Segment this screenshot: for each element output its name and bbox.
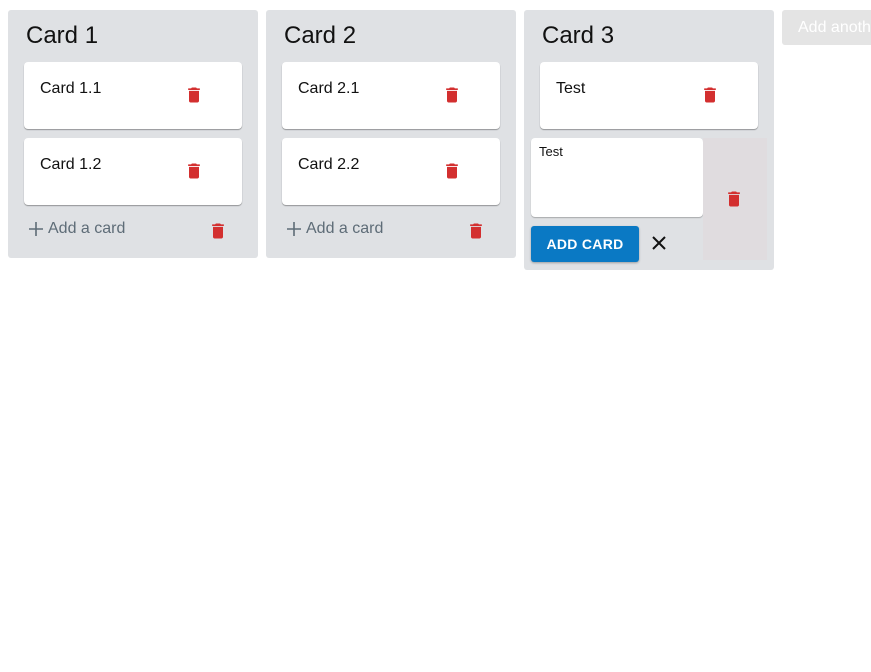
add-list-button[interactable]: Add another list	[782, 10, 871, 45]
card-text: Card 1.1	[40, 80, 102, 97]
new-card-text: Test	[539, 144, 563, 159]
list-3: Card 3 Test Test ADD CARD	[524, 10, 774, 270]
card-3-1[interactable]: Test	[540, 62, 758, 129]
card-1-1[interactable]: Card 1.1	[24, 62, 242, 129]
trash-icon[interactable]	[700, 85, 720, 105]
add-card-button[interactable]: Add a card	[28, 220, 125, 238]
delete-list-icon[interactable]	[208, 221, 228, 241]
add-card-label: Add a card	[306, 220, 384, 237]
plus-icon	[287, 222, 301, 236]
card-text: Test	[556, 80, 586, 97]
card-2-1[interactable]: Card 2.1	[282, 62, 500, 129]
card-1-2[interactable]: Card 1.2	[24, 138, 242, 205]
add-card-submit-button[interactable]: ADD CARD	[531, 226, 639, 262]
trash-icon[interactable]	[442, 161, 462, 181]
trash-icon[interactable]	[184, 161, 204, 181]
new-card-textarea[interactable]: Test	[531, 138, 703, 217]
card-text: Card 2.2	[298, 156, 360, 173]
card-text: Card 1.2	[40, 156, 102, 173]
trash-icon[interactable]	[184, 85, 204, 105]
trash-icon[interactable]	[442, 85, 462, 105]
delete-list-icon[interactable]	[466, 221, 486, 241]
add-card-button[interactable]: Add a card	[286, 220, 383, 238]
composer-side-panel	[703, 138, 767, 260]
plus-icon	[29, 222, 43, 236]
card-2-2[interactable]: Card 2.2	[282, 138, 500, 205]
list-1: Card 1 Card 1.1 Card 1.2 Add a card	[8, 10, 258, 258]
list-title: Card 1	[26, 22, 99, 49]
list-title: Card 3	[542, 22, 615, 49]
add-card-label: Add a card	[48, 220, 126, 237]
list-title: Card 2	[284, 22, 357, 49]
list-2: Card 2 Card 2.1 Card 2.2 Add a card	[266, 10, 516, 258]
close-icon[interactable]	[649, 233, 669, 253]
add-list-label: Add another list	[798, 18, 871, 36]
card-text: Card 2.1	[298, 80, 360, 97]
delete-list-icon[interactable]	[724, 189, 744, 209]
